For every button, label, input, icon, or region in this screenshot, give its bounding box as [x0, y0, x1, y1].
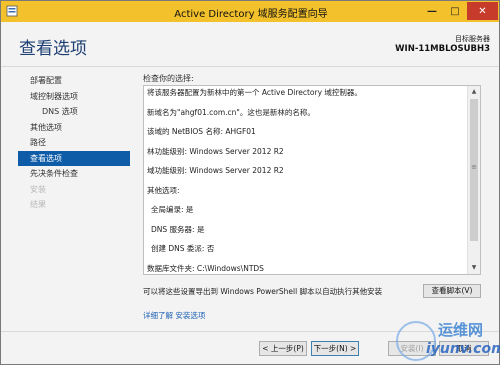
- summary-line: 林功能级别: Windows Server 2012 R2: [147, 146, 284, 156]
- page-title: 查看选项: [19, 39, 87, 59]
- summary-line: 该域的 NetBIOS 名称: AHGF01: [147, 127, 256, 136]
- summary-textbox[interactable]: 将该服务器配置为新林中的第一个 Active Directory 域控制器。 新…: [143, 85, 481, 275]
- nav-item-installation: 安装: [30, 184, 46, 194]
- minimize-button[interactable]: —: [421, 2, 443, 20]
- summary-line: 新域名为"ahgf01.com.cn"。这也是新林的名称。: [147, 107, 315, 117]
- summary-line: 全局编录: 是: [151, 205, 194, 214]
- view-script-button[interactable]: 查看脚本(V): [423, 284, 481, 298]
- scroll-down-icon[interactable]: ▼: [468, 262, 480, 274]
- nav-item-dns-options[interactable]: DNS 选项: [18, 104, 130, 120]
- target-server-name: WIN-11MBLOSUBH3: [395, 44, 490, 54]
- target-server-label: 目标服务器: [455, 35, 490, 43]
- review-section-label: 检查你的选择:: [143, 74, 194, 83]
- watermark: 运维网 iyunv.com: [396, 319, 500, 364]
- more-about-install-options-link[interactable]: 详细了解 安装选项: [143, 310, 205, 321]
- grip-icon: ≡: [471, 163, 477, 171]
- summary-scrollbar[interactable]: ▲ ≡ ▼: [467, 86, 480, 274]
- window-title: Active Directory 域服务配置向导: [174, 9, 328, 20]
- summary-lines: 将该服务器配置为新林中的第一个 Active Directory 域控制器。 新…: [147, 87, 465, 274]
- nav-item-prerequisites-check[interactable]: 先决条件检查: [18, 166, 130, 182]
- summary-line: 其他选项:: [147, 185, 180, 195]
- watermark-text: 运维网: [438, 321, 484, 339]
- watermark-url: iyunv.com: [426, 341, 500, 357]
- scroll-thumb[interactable]: ≡: [470, 99, 478, 241]
- nav-item-deployment-config[interactable]: 部署配置: [18, 73, 130, 89]
- wizard-nav: 部署配置 域控制器选项 DNS 选项 其他选项 路径 查看选项 先决条件检查 安…: [18, 73, 130, 213]
- summary-line: DNS 服务器: 是: [151, 224, 205, 234]
- nav-item-additional-options[interactable]: 其他选项: [18, 120, 130, 136]
- nav-item-results: 结果: [30, 200, 46, 209]
- export-description: 可以将这些设置导出到 Windows PowerShell 脚本以自动执行其他安…: [143, 287, 383, 296]
- main-content: 检查你的选择: 将该服务器配置为新林中的第一个 Active Directory…: [143, 73, 488, 320]
- summary-line: 数据库文件夹: C:\Windows\NTDS: [147, 263, 264, 273]
- maximize-button[interactable]: □: [444, 2, 466, 20]
- wizard-header: 查看选项 目标服务器 WIN-11MBLOSUBH3: [1, 22, 499, 67]
- next-button[interactable]: 下一步(N) >: [311, 341, 359, 356]
- title-bar[interactable]: Active Directory 域服务配置向导 — □ ✕: [1, 1, 499, 22]
- close-button[interactable]: ✕: [467, 2, 498, 20]
- wizard-window: Active Directory 域服务配置向导 — □ ✕ 查看选项 目标服务…: [0, 0, 500, 365]
- summary-line: 创建 DNS 委派: 否: [151, 244, 215, 253]
- summary-line: 将该服务器配置为新林中的第一个 Active Directory 域控制器。: [147, 88, 362, 97]
- nav-item-paths[interactable]: 路径: [18, 135, 130, 151]
- server-manager-icon: [6, 5, 18, 17]
- summary-line: 域功能级别: Windows Server 2012 R2: [147, 166, 284, 175]
- nav-item-dc-options[interactable]: 域控制器选项: [18, 89, 130, 105]
- scroll-up-icon[interactable]: ▲: [468, 86, 480, 98]
- nav-item-review-options[interactable]: 查看选项: [18, 150, 130, 166]
- previous-button[interactable]: < 上一步(P): [259, 341, 307, 356]
